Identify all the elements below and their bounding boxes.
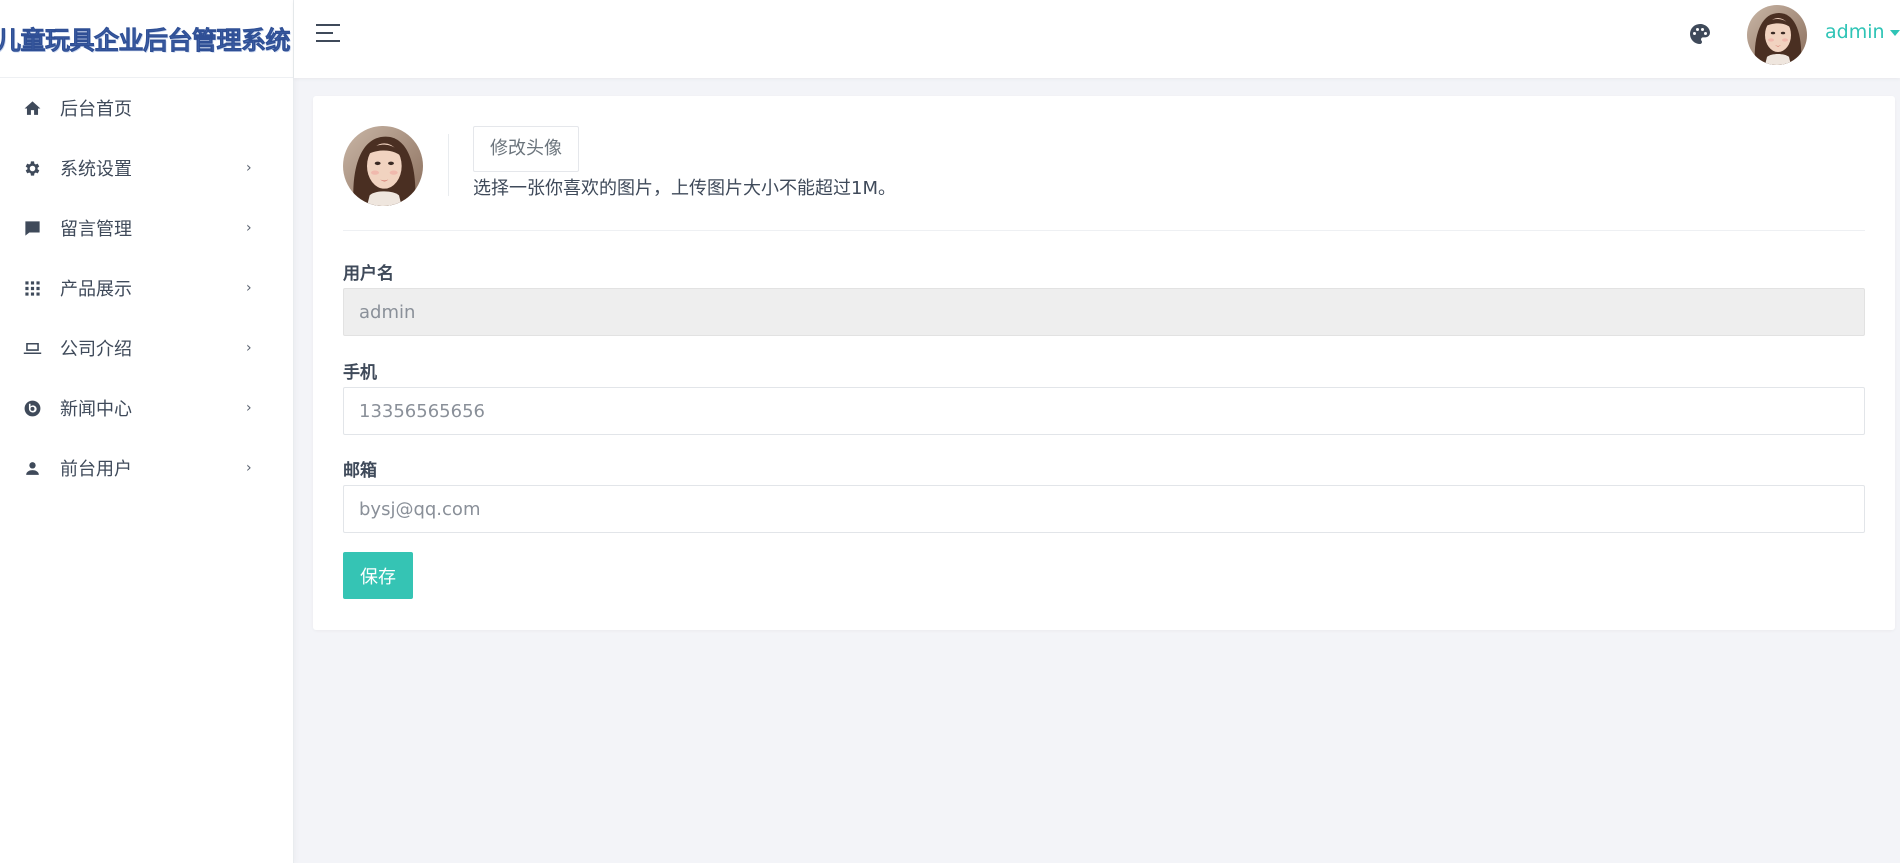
profile-avatar: [343, 126, 423, 206]
chevron-right-icon: ›: [246, 460, 252, 476]
chevron-right-icon: ›: [246, 400, 252, 416]
phone-label: 手机: [343, 363, 377, 383]
laptop-icon: [22, 338, 42, 358]
phone-field[interactable]: [343, 387, 1865, 435]
sidebar-item-products[interactable]: 产品展示 ›: [0, 258, 293, 318]
chevron-right-icon: ›: [246, 280, 252, 296]
chevron-right-icon: ›: [246, 220, 252, 236]
user-icon: [22, 458, 42, 478]
chevron-right-icon: ›: [246, 340, 252, 356]
sidebar-item-settings[interactable]: 系统设置 ›: [0, 138, 293, 198]
home-icon: [22, 98, 42, 118]
email-field[interactable]: [343, 485, 1865, 533]
divider: [448, 134, 449, 196]
menu-toggle-icon[interactable]: [316, 24, 342, 46]
sidebar-item-label: 产品展示: [60, 279, 132, 300]
upload-hint: 选择一张你喜欢的图片，上传图片大小不能超过1M。: [473, 178, 896, 199]
avatar[interactable]: [1747, 5, 1807, 65]
topbar: admin: [294, 0, 1900, 78]
grid-icon: [22, 278, 42, 298]
sidebar-item-label: 系统设置: [60, 159, 132, 180]
sidebar-item-users[interactable]: 前台用户 ›: [0, 438, 293, 498]
sidebar-item-label: 留言管理: [60, 219, 132, 240]
sidebar-item-label: 前台用户: [60, 459, 132, 480]
email-label: 邮箱: [343, 461, 377, 481]
user-menu[interactable]: admin: [1825, 21, 1900, 43]
brand: 儿童玩具企业后台管理系统: [0, 0, 293, 78]
app-title: 儿童玩具企业后台管理系统: [0, 25, 291, 55]
username-field[interactable]: [343, 288, 1865, 336]
profile-card: 修改头像 选择一张你喜欢的图片，上传图片大小不能超过1M。 用户名 手机 邮箱 …: [313, 96, 1895, 630]
sidebar-item-label: 公司介绍: [60, 339, 132, 360]
chevron-down-icon: [1889, 29, 1900, 36]
username-label: 用户名: [343, 264, 394, 284]
news-icon: [22, 398, 42, 418]
sidebar: 儿童玩具企业后台管理系统 后台首页 系统设置 › 留言管理 › 产品展示 › 公…: [0, 0, 294, 863]
sidebar-item-dashboard[interactable]: 后台首页: [0, 78, 293, 138]
palette-icon[interactable]: [1688, 22, 1712, 46]
message-icon: [22, 218, 42, 238]
sidebar-item-label: 新闻中心: [60, 399, 132, 420]
chevron-right-icon: ›: [246, 160, 252, 176]
sidebar-item-news[interactable]: 新闻中心 ›: [0, 378, 293, 438]
save-button[interactable]: 保存: [343, 552, 413, 599]
sidebar-menu: 后台首页 系统设置 › 留言管理 › 产品展示 › 公司介绍 › 新闻中心 › …: [0, 78, 293, 498]
username: admin: [1825, 21, 1885, 43]
divider: [343, 230, 1865, 231]
gear-icon: [22, 158, 42, 178]
sidebar-item-company[interactable]: 公司介绍 ›: [0, 318, 293, 378]
change-avatar-button[interactable]: 修改头像: [473, 126, 579, 172]
sidebar-item-label: 后台首页: [60, 99, 132, 120]
sidebar-item-messages[interactable]: 留言管理 ›: [0, 198, 293, 258]
